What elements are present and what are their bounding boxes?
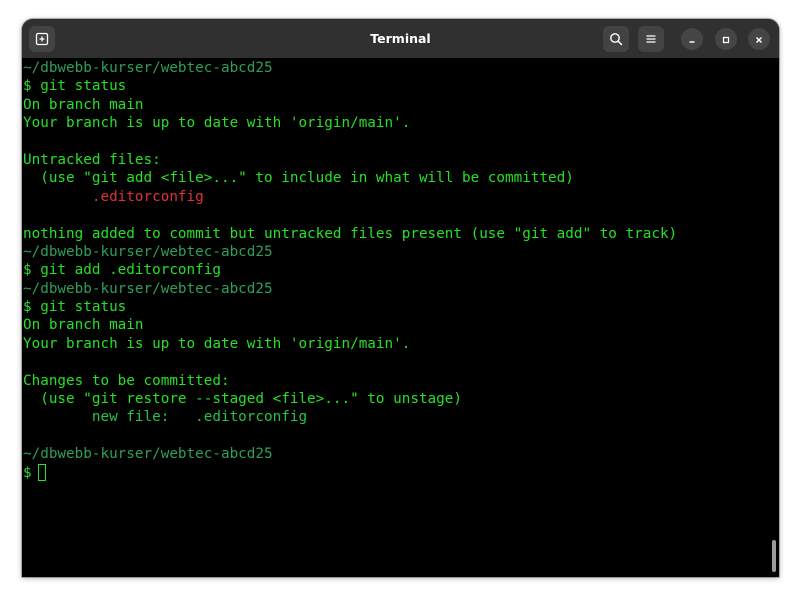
- terminal-line: Your branch is up to date with 'origin/m…: [23, 335, 411, 352]
- main-menu-button[interactable]: [638, 26, 664, 52]
- terminal-lines: ~/dbwebb-kurser/webtec-abcd25 $ git stat…: [23, 59, 677, 482]
- close-icon: [754, 30, 764, 49]
- terminal-line: (use "git restore --staged <file>..." to…: [23, 391, 462, 408]
- prompt-symbol: $: [23, 464, 32, 481]
- terminal-line: On branch main: [23, 317, 144, 334]
- terminal-line-staged-file: new file: .editorconfig: [23, 409, 308, 426]
- minimize-button[interactable]: [681, 28, 703, 50]
- search-button[interactable]: [603, 26, 629, 52]
- terminal-line: $ git add .editorconfig: [23, 262, 221, 279]
- close-button[interactable]: [748, 28, 770, 50]
- terminal-line: ~/dbwebb-kurser/webtec-abcd25: [23, 280, 273, 297]
- search-icon: [609, 32, 623, 46]
- terminal-line: nothing added to commit but untracked fi…: [23, 225, 678, 242]
- new-tab-button[interactable]: [29, 26, 55, 52]
- terminal-line: Untracked files:: [23, 151, 161, 168]
- terminal-line: ~/dbwebb-kurser/webtec-abcd25: [23, 243, 273, 260]
- maximize-button[interactable]: [715, 28, 737, 50]
- minimize-icon: [687, 30, 697, 49]
- new-tab-icon: [35, 32, 49, 46]
- window-title: Terminal: [370, 31, 431, 46]
- header-bar: Terminal: [22, 19, 779, 58]
- terminal-line-untracked-file: .editorconfig: [23, 188, 204, 205]
- scrollbar[interactable]: [772, 540, 776, 572]
- terminal-line: ~/dbwebb-kurser/webtec-abcd25: [23, 60, 273, 76]
- terminal-line: (use "git add <file>..." to include in w…: [23, 170, 574, 187]
- terminal-line: Your branch is up to date with 'origin/m…: [23, 115, 411, 132]
- hamburger-menu-icon: [645, 33, 657, 45]
- terminal-line: On branch main: [23, 96, 144, 113]
- terminal-output-area[interactable]: ~/dbwebb-kurser/webtec-abcd25 $ git stat…: [22, 58, 779, 577]
- terminal-window: Terminal ~/dbwebb-kurser/webtec-abcd25 $…: [22, 19, 779, 577]
- maximize-icon: [721, 30, 731, 49]
- terminal-line: ~/dbwebb-kurser/webtec-abcd25: [23, 446, 273, 463]
- terminal-line: $ git status: [23, 78, 127, 95]
- text-cursor: [37, 463, 46, 481]
- terminal-line: Changes to be committed:: [23, 372, 230, 389]
- current-prompt-line[interactable]: $: [23, 463, 677, 482]
- terminal-line: $ git status: [23, 299, 127, 316]
